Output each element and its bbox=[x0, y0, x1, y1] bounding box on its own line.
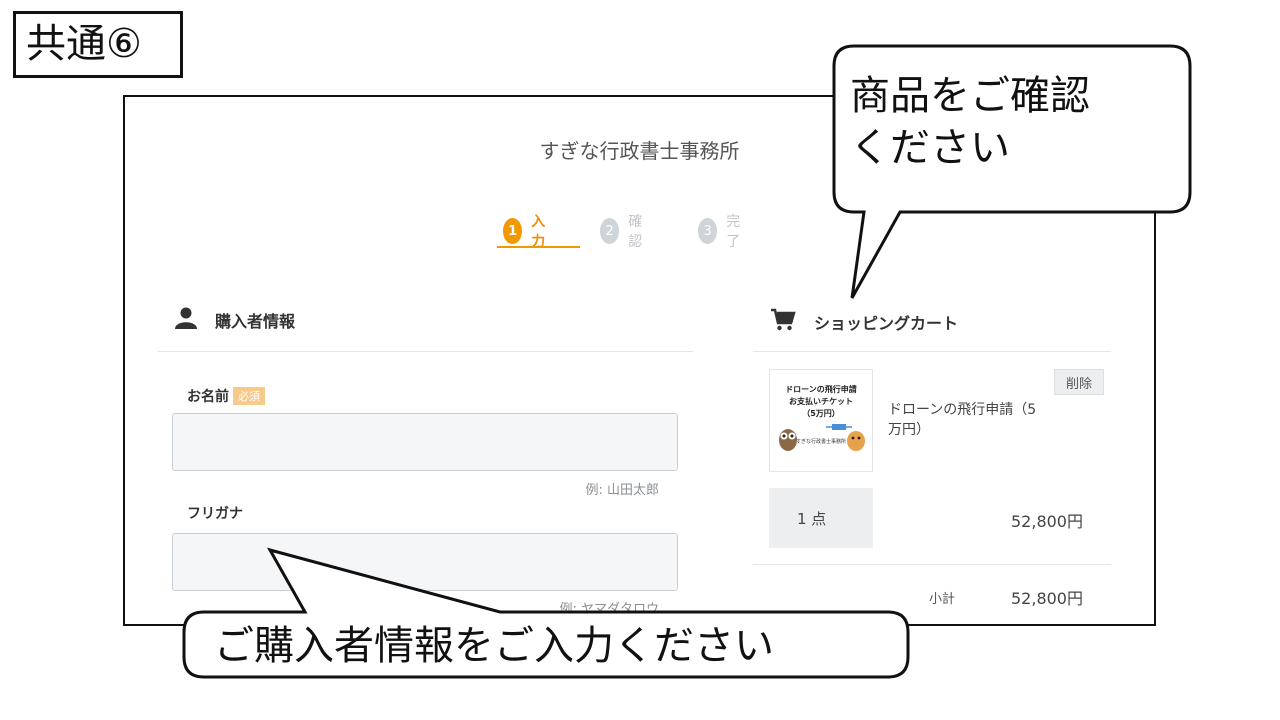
callout-line: 商品をご確認 bbox=[850, 73, 1090, 119]
callout-product-check: 商品をご確認 ください bbox=[850, 70, 1090, 174]
callout-buyer-input: ご購入者情報をご入力ください bbox=[214, 623, 774, 669]
callout-line: ください bbox=[850, 125, 1010, 171]
